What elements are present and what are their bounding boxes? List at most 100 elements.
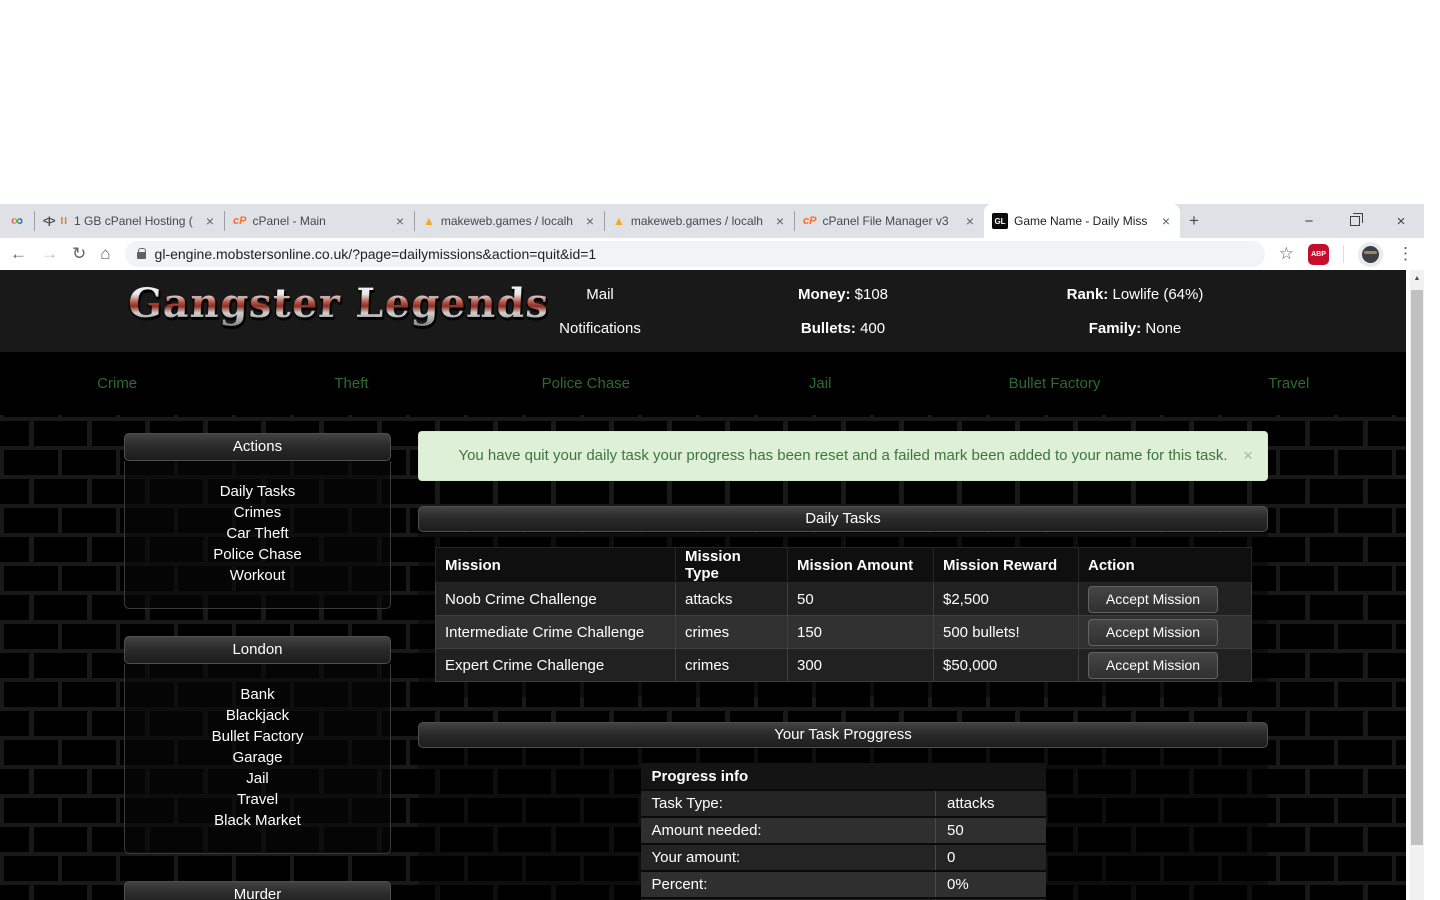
- home-icon[interactable]: ⌂: [100, 244, 110, 264]
- new-tab-button[interactable]: +: [1180, 204, 1208, 238]
- rank-value: Lowlife (64%): [1112, 286, 1203, 303]
- address-bar: ← → ↻ ⌂ gl-engine.mobstersonline.co.uk/?…: [0, 238, 1424, 270]
- mission-amount: 300: [788, 649, 934, 682]
- progress-info-header: Progress info: [641, 763, 1046, 790]
- sidebar-item-car-theft[interactable]: Car Theft: [125, 523, 390, 544]
- close-button[interactable]: ×: [1378, 204, 1424, 238]
- minimize-button[interactable]: −: [1286, 204, 1332, 238]
- progress-row-percent: Percent: 0%: [641, 871, 1046, 898]
- bullets-label: Bullets:: [801, 320, 856, 337]
- progress-info-title: Progress info: [641, 763, 1046, 790]
- mission-row-expert: Expert Crime Challenge crimes 300 $50,00…: [436, 649, 1252, 682]
- alert-close-icon[interactable]: ×: [1243, 432, 1253, 480]
- tab-close-icon[interactable]: ×: [204, 213, 216, 229]
- tab-cpanel-hosting[interactable]: <|> II 1 GB cPanel Hosting ( ×: [35, 204, 224, 238]
- daily-tasks-header: Daily Tasks: [418, 506, 1268, 532]
- sidebar-box-london: London Bank Blackjack Bullet Factory Gar…: [124, 636, 391, 854]
- toolbar-separator: [1343, 245, 1344, 263]
- tab-title: 1 GB cPanel Hosting (: [74, 214, 198, 228]
- progress-value: 50: [936, 817, 1046, 844]
- url-input[interactable]: gl-engine.mobstersonline.co.uk/?page=dai…: [125, 241, 1265, 267]
- col-action: Action: [1079, 548, 1252, 583]
- tab-close-icon[interactable]: ×: [1160, 213, 1172, 229]
- mission-name: Intermediate Crime Challenge: [436, 616, 676, 649]
- phpmyadmin-icon: ▲: [613, 214, 625, 228]
- sidebar-box-murder: Murder Mug: [124, 881, 391, 900]
- back-icon[interactable]: ←: [10, 244, 27, 264]
- family-value: None: [1145, 320, 1181, 337]
- col-mission: Mission: [436, 548, 676, 583]
- sidebar-london-title: London: [124, 636, 391, 664]
- mission-amount: 50: [788, 583, 934, 616]
- forward-icon[interactable]: →: [41, 244, 58, 264]
- tab-close-icon[interactable]: ×: [584, 213, 596, 229]
- success-alert: You have quit your daily task your progr…: [418, 431, 1268, 481]
- scrollbar-up-icon[interactable]: ▲: [1410, 270, 1424, 287]
- progress-value: attacks: [936, 790, 1046, 817]
- daily-tasks-panel: Mission Mission Type Mission Amount Miss…: [418, 532, 1268, 697]
- pinned-tab[interactable]: ∞: [0, 204, 34, 238]
- sidebar-item-black-market[interactable]: Black Market: [125, 810, 390, 831]
- sidebar-item-crimes[interactable]: Crimes: [125, 502, 390, 523]
- game-body: Actions Daily Tasks Crimes Car Theft Pol…: [0, 415, 1406, 900]
- lock-icon[interactable]: [137, 252, 146, 259]
- progress-label: Task Type:: [641, 790, 936, 817]
- nav-item-bullet-factory[interactable]: Bullet Factory: [937, 375, 1171, 392]
- col-mission-type: Mission Type: [676, 548, 788, 583]
- alert-text: You have quit your daily task your progr…: [458, 447, 1227, 464]
- mission-row-intermediate: Intermediate Crime Challenge crimes 150 …: [436, 616, 1252, 649]
- bookmark-star-icon[interactable]: ☆: [1279, 244, 1294, 264]
- game-nav: Crime Theft Police Chase Jail Bullet Fac…: [0, 352, 1406, 415]
- restore-button[interactable]: [1332, 204, 1378, 238]
- accept-mission-button[interactable]: Accept Mission: [1088, 586, 1218, 613]
- progress-label: Percent:: [641, 871, 936, 898]
- page-scrollbar[interactable]: ▲: [1410, 270, 1424, 900]
- tab-phpmyadmin-1[interactable]: ▲ makeweb.games / localh ×: [415, 204, 604, 238]
- nav-item-theft[interactable]: Theft: [234, 375, 468, 392]
- nav-item-police-chase[interactable]: Police Chase: [469, 375, 703, 392]
- sidebar-item-blackjack[interactable]: Blackjack: [125, 705, 390, 726]
- mission-amount: 150: [788, 616, 934, 649]
- main-content: You have quit your daily task your progr…: [418, 431, 1268, 900]
- task-progress-header: Your Task Proggress: [418, 722, 1268, 748]
- rank-label: Rank:: [1067, 286, 1109, 303]
- profile-avatar[interactable]: [1358, 242, 1383, 267]
- accept-mission-button[interactable]: Accept Mission: [1088, 652, 1218, 679]
- sidebar-item-police-chase[interactable]: Police Chase: [125, 544, 390, 565]
- tab-game-daily-missions[interactable]: GL Game Name - Daily Miss ×: [984, 204, 1180, 238]
- menu-dots-icon[interactable]: ⋮: [1397, 244, 1414, 264]
- sidebar-item-workout[interactable]: Workout: [125, 565, 390, 586]
- tab-close-icon[interactable]: ×: [964, 213, 976, 229]
- nav-item-jail[interactable]: Jail: [703, 375, 937, 392]
- sidebar-item-travel[interactable]: Travel: [125, 789, 390, 810]
- tab-cpanel-filemanager[interactable]: cP cPanel File Manager v3 ×: [795, 204, 984, 238]
- tab-phpmyadmin-2[interactable]: ▲ makeweb.games / localh ×: [605, 204, 794, 238]
- col-mission-amount: Mission Amount: [788, 548, 934, 583]
- sidebar-item-daily-tasks[interactable]: Daily Tasks: [125, 481, 390, 502]
- game-page: Gangster Legends Mail Notifications Mone…: [0, 270, 1406, 900]
- sidebar-item-bullet-factory[interactable]: Bullet Factory: [125, 726, 390, 747]
- family-stat: Family: None: [950, 320, 1320, 337]
- progress-value: 0%: [936, 871, 1046, 898]
- cpanel-icon: cP: [233, 215, 246, 227]
- scrollbar-thumb[interactable]: [1411, 290, 1423, 845]
- url-text: gl-engine.mobstersonline.co.uk/?page=dai…: [155, 246, 597, 262]
- tab-close-icon[interactable]: ×: [774, 213, 786, 229]
- nav-item-travel[interactable]: Travel: [1172, 375, 1406, 392]
- mission-reward: $2,500: [934, 583, 1079, 616]
- reload-icon[interactable]: ↻: [72, 244, 86, 264]
- sidebar-item-garage[interactable]: Garage: [125, 747, 390, 768]
- accept-mission-button[interactable]: Accept Mission: [1088, 619, 1218, 646]
- sidebar-item-jail[interactable]: Jail: [125, 768, 390, 789]
- nav-item-crime[interactable]: Crime: [0, 375, 234, 392]
- phpmyadmin-icon: ▲: [423, 214, 435, 228]
- tab-cpanel-main[interactable]: cP cPanel - Main ×: [225, 204, 414, 238]
- sidebar-item-bank[interactable]: Bank: [125, 684, 390, 705]
- tab-close-icon[interactable]: ×: [394, 213, 406, 229]
- tab-title: cPanel - Main: [252, 214, 387, 228]
- adblock-icon[interactable]: ABP: [1308, 244, 1329, 265]
- col-mission-reward: Mission Reward: [934, 548, 1079, 583]
- page-viewport: Gangster Legends Mail Notifications Mone…: [0, 270, 1424, 900]
- sidebar-actions-title: Actions: [124, 433, 391, 461]
- sidebar-box-actions: Actions Daily Tasks Crimes Car Theft Pol…: [124, 433, 391, 609]
